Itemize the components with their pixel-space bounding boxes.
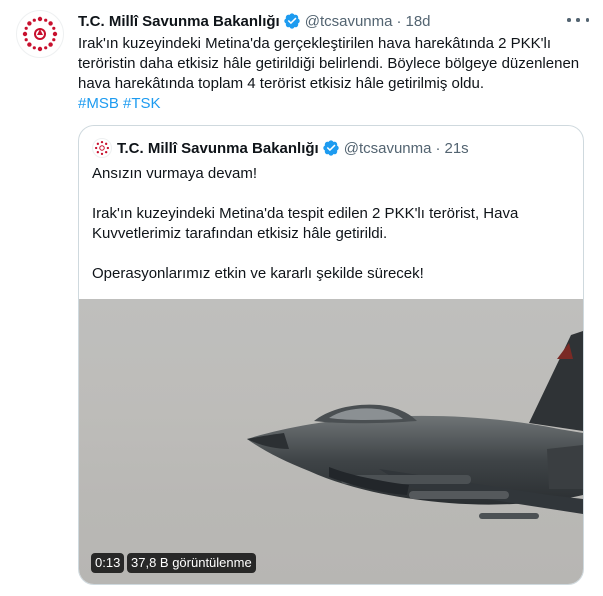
separator-dot: · [435, 139, 441, 157]
tweet-text: Irak'ın kuzeyindeki Metina'da gerçekleşt… [78, 35, 580, 92]
hashtag-link[interactable]: #TSK [123, 95, 161, 112]
quoted-author-name: T.C. Millî Savunma Bakanlığı [117, 139, 319, 157]
more-options-icon[interactable] [567, 12, 589, 28]
tweet-header: T.C. Millî Savunma Bakanlığı @tcsavunma … [78, 10, 589, 32]
author-name[interactable]: T.C. Millî Savunma Bakanlığı [78, 13, 280, 30]
quoted-tweet-body: Ansızın vurmaya devam! Irak'ın kuzeyinde… [92, 164, 571, 304]
tweet-body: Irak'ın kuzeyindeki Metina'da gerçekleşt… [78, 34, 590, 114]
msb-logo-icon [94, 140, 110, 156]
author-avatar[interactable] [16, 10, 64, 58]
tweet[interactable]: T.C. Millî Savunma Bakanlığı @tcsavunma … [0, 0, 603, 596]
quoted-tweet[interactable]: T.C. Millî Savunma Bakanlığı @tcsavunma … [78, 125, 584, 585]
msb-logo-icon [22, 16, 58, 52]
quoted-tweet-header: T.C. Millî Savunma Bakanlığı @tcsavunma … [92, 137, 571, 159]
quoted-author-avatar [92, 138, 112, 158]
quoted-paragraph: Operasyonlarımız etkin ve kararlı şekild… [92, 265, 424, 282]
fighter-jet-image [247, 331, 583, 519]
verified-badge-icon [284, 13, 300, 29]
hashtag-link[interactable]: #MSB [78, 95, 119, 112]
quoted-author-handle: @tcsavunma [343, 139, 432, 157]
video-views-badge: 37,8 B görüntülenme [127, 553, 256, 573]
quoted-paragraph: Irak'ın kuzeyindeki Metina'da tespit edi… [92, 205, 519, 242]
video-player[interactable]: 0:13 37,8 B görüntülenme [79, 299, 583, 584]
quoted-paragraph: Ansızın vurmaya devam! [92, 165, 258, 182]
separator-dot: · [396, 12, 402, 30]
hashtag-list: #MSB #TSK [78, 94, 590, 114]
author-handle[interactable]: @tcsavunma [305, 13, 393, 30]
tweet-time[interactable]: 18d [405, 13, 430, 30]
verified-badge-icon [323, 140, 339, 156]
video-duration-badge: 0:13 [91, 553, 125, 573]
quoted-tweet-time: 21s [444, 139, 469, 157]
